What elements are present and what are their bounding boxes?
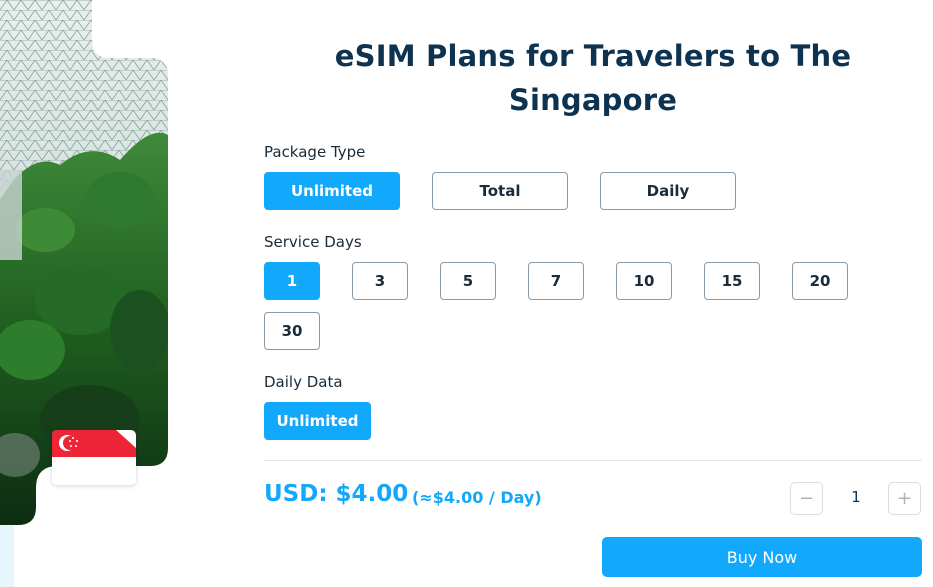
esim-plan-page: eSIM Plans for Travelers to The Singapor… bbox=[0, 0, 933, 587]
service-days-1[interactable]: 1 bbox=[264, 262, 320, 300]
service-days-3[interactable]: 3 bbox=[352, 262, 408, 300]
plus-icon: + bbox=[896, 488, 913, 509]
service-days-30[interactable]: 30 bbox=[264, 312, 320, 350]
package-type-total[interactable]: Total bbox=[432, 172, 568, 210]
service-days-label: Service Days bbox=[264, 233, 362, 251]
service-days-15[interactable]: 15 bbox=[704, 262, 760, 300]
daily-data-unlimited[interactable]: Unlimited bbox=[264, 402, 371, 440]
package-type-daily[interactable]: Daily bbox=[600, 172, 736, 210]
quantity-decrement-button[interactable]: − bbox=[790, 482, 823, 515]
service-days-10[interactable]: 10 bbox=[616, 262, 672, 300]
service-days-7[interactable]: 7 bbox=[528, 262, 584, 300]
service-days-20[interactable]: 20 bbox=[792, 262, 848, 300]
page-title: eSIM Plans for Travelers to The Singapor… bbox=[334, 39, 852, 117]
singapore-flag-icon bbox=[52, 430, 136, 485]
package-type-label: Package Type bbox=[264, 143, 366, 161]
quantity-increment-button[interactable]: + bbox=[888, 482, 921, 515]
buy-now-button[interactable]: Buy Now bbox=[602, 537, 922, 577]
minus-icon: − bbox=[798, 488, 815, 509]
service-days-5[interactable]: 5 bbox=[440, 262, 496, 300]
package-type-unlimited[interactable]: Unlimited bbox=[264, 172, 400, 210]
daily-data-label: Daily Data bbox=[264, 373, 343, 391]
price-total: USD: $4.00 bbox=[264, 481, 409, 507]
divider bbox=[264, 460, 922, 461]
price-per-day: (≈$4.00 / Day) bbox=[412, 488, 542, 507]
hero-accent-strip bbox=[0, 525, 14, 587]
quantity-value[interactable]: 1 bbox=[836, 488, 876, 506]
